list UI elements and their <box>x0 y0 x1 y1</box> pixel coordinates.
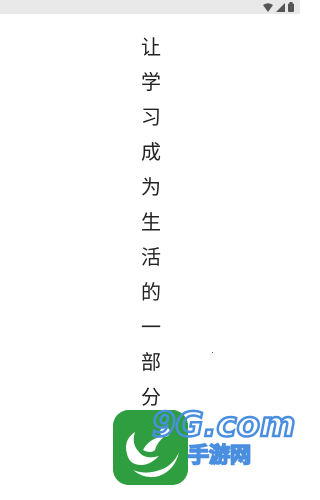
wifi-icon <box>263 2 273 12</box>
slogan-char: 成 <box>141 140 161 164</box>
slogan-char: 习 <box>141 105 161 129</box>
slogan-char: 部 <box>141 350 161 374</box>
slogan-vertical-text: 让 学 习 成 为 生 活 的 一 部 分 <box>138 30 164 415</box>
slogan-char: 生 <box>141 210 161 234</box>
site-watermark: 9G.com 手游网 <box>150 392 298 472</box>
slogan-char: 让 <box>141 35 161 59</box>
watermark-site-text: 9G.com <box>152 405 295 445</box>
status-bar <box>0 0 300 14</box>
slogan-char: 的 <box>141 280 161 304</box>
splash-screen: 让 学 习 成 为 生 活 的 一 部 分 9G.com 手游网 <box>0 0 300 500</box>
slogan-char: 一 <box>141 315 161 339</box>
watermark-caption-text: 手游网 <box>188 443 251 467</box>
slogan-char: 为 <box>141 175 161 199</box>
battery-icon <box>288 2 294 12</box>
speck <box>212 352 213 353</box>
status-icons <box>263 2 294 12</box>
slogan-char: 学 <box>141 70 161 94</box>
slogan-char: 活 <box>141 245 161 269</box>
signal-icon <box>276 2 285 12</box>
